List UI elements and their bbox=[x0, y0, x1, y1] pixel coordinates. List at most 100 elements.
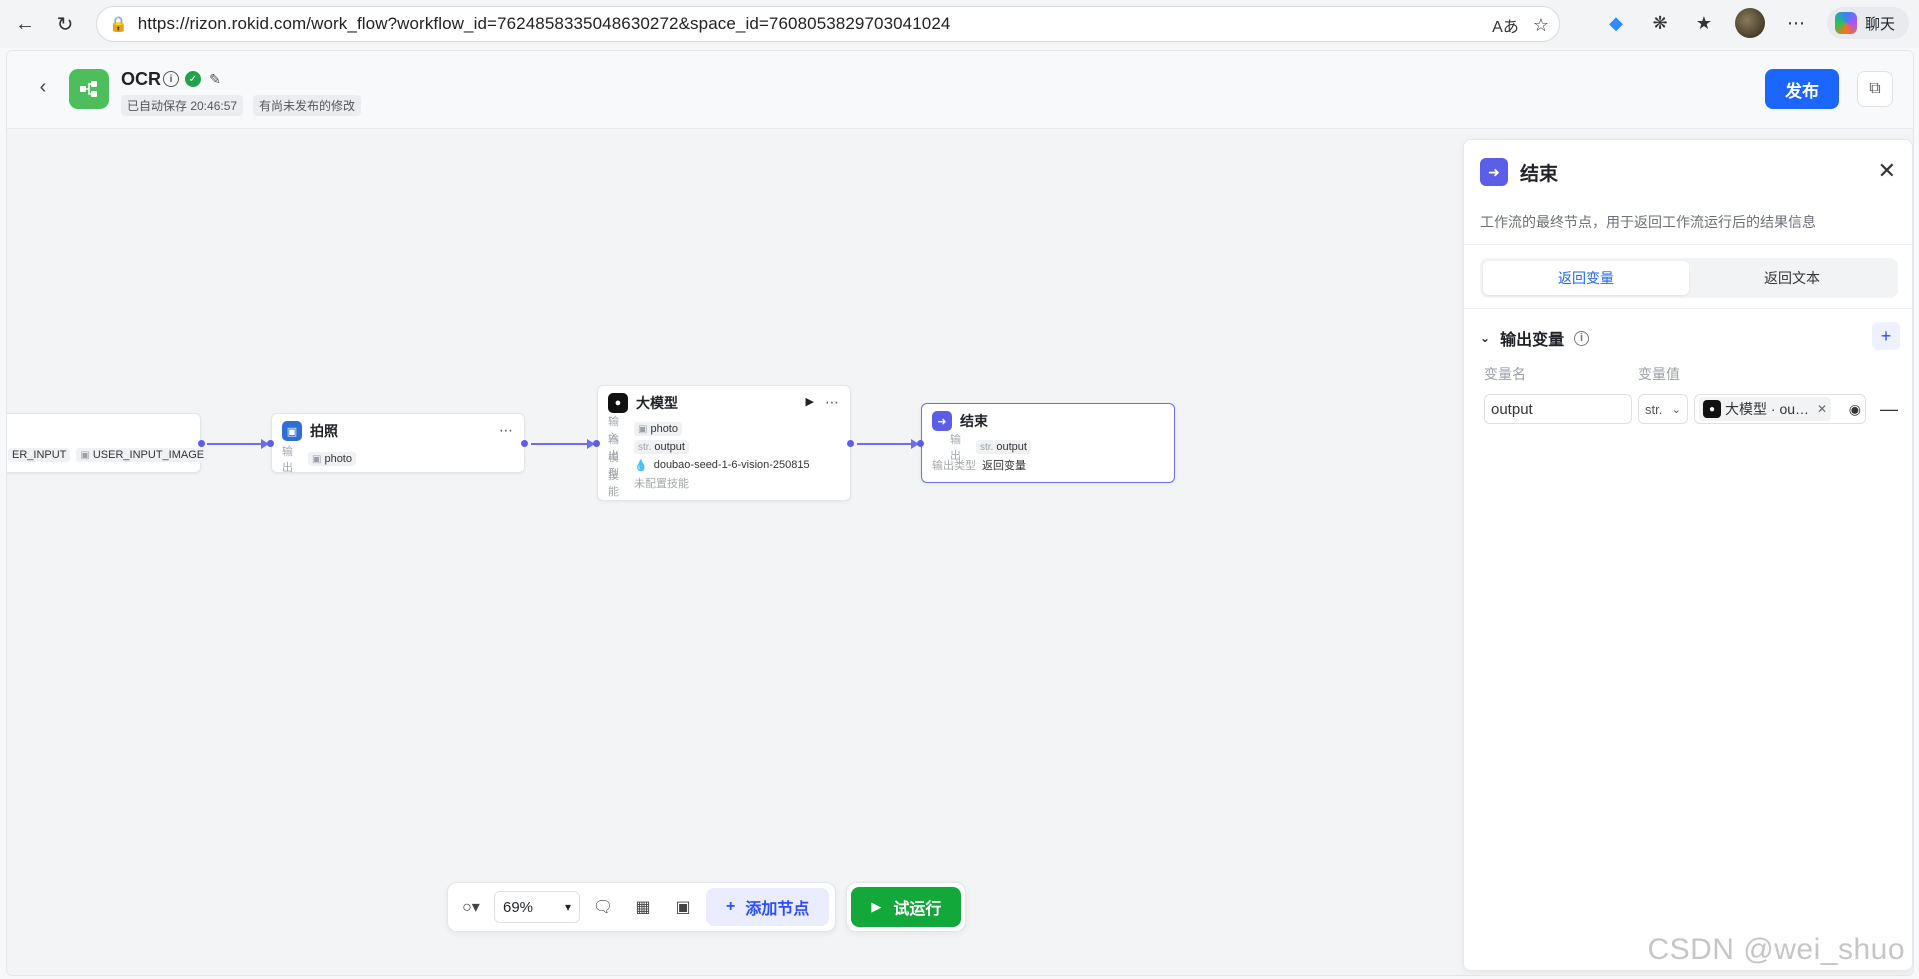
remove-variable-icon[interactable]: — bbox=[1880, 399, 1898, 420]
variable-name-input[interactable]: output bbox=[1484, 394, 1632, 424]
end-output-kind-label: 输出类型 bbox=[932, 460, 976, 472]
exit-icon: ➜ bbox=[932, 411, 952, 431]
end-node-title: 结束 bbox=[960, 413, 988, 429]
target-icon[interactable]: ◉ bbox=[1849, 401, 1861, 418]
llm-output-port[interactable] bbox=[847, 440, 854, 447]
end-node[interactable]: ➜ 结束 输出 str. output 输出类型 返回变量 bbox=[921, 403, 1175, 483]
panel-title: 结束 bbox=[1520, 163, 1559, 185]
translate-icon[interactable]: Aあ bbox=[1492, 13, 1519, 37]
llm-node[interactable]: ● 大模型 ▶ ⋯ 输入 ▣ photo 输出 str. output 模型 💧… bbox=[597, 385, 851, 501]
copilot-icon bbox=[1834, 12, 1857, 34]
end-output-chip: str. output bbox=[976, 440, 1031, 454]
avatar[interactable] bbox=[1734, 8, 1765, 38]
output-variables-section[interactable]: ⌄ 输出变量 i bbox=[1480, 326, 1590, 350]
comment-icon[interactable]: 🗨 bbox=[586, 890, 620, 924]
add-node-label: 添加节点 bbox=[745, 901, 810, 918]
start-output-chip: ER_INPUT bbox=[8, 448, 71, 462]
end-node-panel: ➜ 结束 ✕ 工作流的最终节点，用于返回工作流运行后的结果信息 返回变量 返回文… bbox=[1463, 139, 1913, 971]
chat-label: 聊天 bbox=[1864, 15, 1895, 33]
mouse-mode-icon[interactable]: ○▾ bbox=[454, 890, 488, 924]
address-bar[interactable]: 🔒 https://rizon.rokid.com/work_flow?work… bbox=[96, 6, 1560, 42]
publish-button[interactable]: 发布 bbox=[1765, 69, 1839, 109]
llm-output-type: str. bbox=[638, 441, 652, 453]
url-text: https://rizon.rokid.com/work_flow?workfl… bbox=[137, 14, 951, 33]
more-icon[interactable]: ⋯ bbox=[825, 394, 840, 411]
start-output-image-label: USER_INPUT_IMAGE bbox=[92, 449, 205, 461]
browser-toolbar: ← ↻ 🔒 https://rizon.rokid.com/work_flow?… bbox=[0, 0, 1919, 48]
autosave-badge: 已自动保存 20:46:57 bbox=[121, 95, 244, 116]
test-run-button[interactable]: ▶ 试运行 bbox=[851, 887, 962, 927]
plus-icon: + bbox=[726, 898, 736, 915]
reference-label: 大模型 · output bbox=[1725, 401, 1811, 417]
add-variable-button[interactable]: + bbox=[1872, 322, 1900, 350]
chat-button[interactable]: 聊天 bbox=[1826, 7, 1909, 39]
page-title: OCR bbox=[121, 69, 161, 89]
tab-return-text[interactable]: 返回文本 bbox=[1689, 261, 1895, 295]
image-icon: ▣ bbox=[638, 423, 648, 435]
start-output-port[interactable] bbox=[198, 440, 205, 447]
photo-output-value: photo bbox=[324, 453, 352, 465]
variable-type-select[interactable]: str. ⌄ bbox=[1638, 394, 1688, 424]
run-group: ▶ 试运行 bbox=[846, 882, 967, 932]
test-run-label: 试运行 bbox=[893, 901, 942, 918]
zoom-value: 69% bbox=[503, 898, 534, 916]
more-icon[interactable]: ⋯ bbox=[1783, 10, 1809, 36]
llm-output-chip: str. output bbox=[634, 440, 689, 454]
favorites-icon[interactable]: ★ bbox=[1691, 10, 1717, 36]
divider bbox=[1464, 244, 1912, 245]
camera-icon: ▣ bbox=[282, 421, 302, 441]
star-icon[interactable]: ☆ bbox=[1533, 15, 1549, 36]
zoom-select[interactable]: 69% ▾ bbox=[494, 891, 580, 923]
close-icon[interactable]: ✕ bbox=[1878, 158, 1896, 184]
divider bbox=[1464, 308, 1912, 309]
start-output-image-chip: ▣ USER_INPUT_IMAGE bbox=[76, 448, 209, 462]
watermark: CSDN @wei_shuo bbox=[1647, 933, 1905, 966]
llm-icon: ● bbox=[1703, 400, 1721, 418]
llm-input-value: photo bbox=[650, 423, 678, 435]
clear-icon[interactable]: ✕ bbox=[1817, 402, 1827, 416]
llm-input-port[interactable] bbox=[593, 440, 600, 447]
end-input-port[interactable] bbox=[917, 440, 924, 447]
tab-return-variable[interactable]: 返回变量 bbox=[1483, 261, 1689, 295]
edge-photo-llm bbox=[531, 439, 595, 449]
col-header-value: 变量值 bbox=[1638, 366, 1680, 382]
extension-shield-icon[interactable]: ◆ bbox=[1603, 10, 1629, 36]
back-arrow-icon[interactable]: ← bbox=[8, 7, 42, 41]
play-icon[interactable]: ▶ bbox=[806, 395, 814, 408]
reference-chip: ● 大模型 · output ✕ bbox=[1699, 397, 1832, 421]
variable-type-value: str. bbox=[1645, 401, 1663, 417]
grid-layout-icon[interactable]: ▦ bbox=[626, 890, 660, 924]
section-title: 输出变量 bbox=[1500, 332, 1565, 349]
photo-input-port[interactable] bbox=[267, 440, 274, 447]
edit-icon[interactable]: ✎ bbox=[207, 71, 223, 87]
info-icon[interactable]: i bbox=[1574, 330, 1590, 346]
variable-reference[interactable]: ● 大模型 · output ✕ ◉ bbox=[1694, 394, 1866, 424]
drop-icon: 💧 bbox=[634, 459, 648, 472]
chevron-down-icon: ⌄ bbox=[1480, 331, 1491, 345]
more-icon[interactable]: ⋯ bbox=[499, 422, 514, 439]
minimap-icon[interactable]: ▣ bbox=[666, 890, 700, 924]
return-mode-tabs: 返回变量 返回文本 bbox=[1480, 258, 1898, 298]
llm-node-title: 大模型 bbox=[636, 395, 678, 411]
chevron-left-icon[interactable]: ‹ bbox=[33, 76, 53, 98]
app-header: ‹ OCR i ✓ ✎ 已自动保存 20:46:57 有尚未发布的修改 发布 ⧉ bbox=[7, 51, 1913, 129]
layout-icon[interactable]: ⧉ bbox=[1857, 71, 1893, 107]
workflow-app: ‹ OCR i ✓ ✎ 已自动保存 20:46:57 有尚未发布的修改 发布 ⧉… bbox=[6, 50, 1914, 976]
refresh-icon[interactable]: ↻ bbox=[48, 7, 82, 41]
photo-node[interactable]: ▣ 拍照 ⋯ 输出 ▣ photo bbox=[271, 413, 525, 474]
puzzle-icon[interactable]: ❋ bbox=[1647, 10, 1673, 36]
view-controls: ○▾ 69% ▾ 🗨 ▦ ▣ + 添加节点 bbox=[447, 882, 837, 932]
play-icon: ▶ bbox=[871, 899, 882, 914]
photo-output-chip: ▣ photo bbox=[308, 452, 356, 466]
add-node-button[interactable]: + 添加节点 bbox=[706, 888, 830, 926]
edge-start-photo bbox=[207, 439, 269, 449]
lock-icon: 🔒 bbox=[109, 16, 128, 33]
start-node[interactable]: ER_INPUT ▣ USER_INPUT_IMAGE bbox=[7, 413, 209, 473]
image-icon: ▣ bbox=[312, 453, 322, 465]
info-icon[interactable]: i bbox=[163, 71, 179, 87]
panel-description: 工作流的最终节点，用于返回工作流运行后的结果信息 bbox=[1480, 214, 1816, 230]
photo-output-port[interactable] bbox=[521, 440, 528, 447]
workflow-icon bbox=[80, 81, 97, 97]
end-output-value: output bbox=[996, 441, 1027, 453]
bottom-toolbar: ○▾ 69% ▾ 🗨 ▦ ▣ + 添加节点 ▶ 试运行 bbox=[447, 881, 967, 933]
